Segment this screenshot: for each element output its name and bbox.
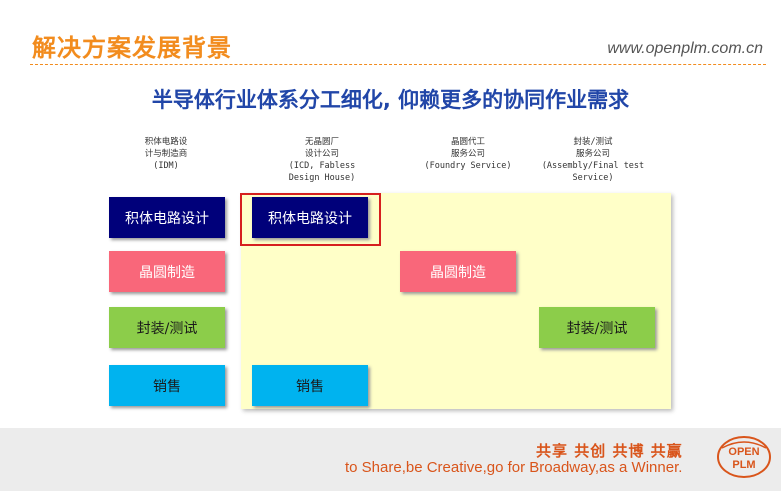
assembly-package-test-box: 封装/测试 <box>539 307 655 348</box>
footer-slogan-en: to Share,be Creative,go for Broadway,as … <box>345 459 683 476</box>
title-divider <box>30 64 766 65</box>
column-header-idm: 积体电路设 计与制造商 (IDM) <box>144 137 188 171</box>
logo-text-open: OPEN <box>728 446 759 458</box>
highlight-frame <box>240 193 381 246</box>
site-url[interactable]: www.openplm.com.cn <box>607 40 763 58</box>
slide-subtitle: 半导体行业体系分工细化, 仰赖更多的协同作业需求 <box>151 88 630 112</box>
foundry-wafer-fab-box: 晶圆制造 <box>400 251 516 292</box>
column-header-assembly: 封装/测试 服务公司 (Assembly/Final test Service) <box>541 137 645 183</box>
footer-slogan-cn: 共享 共创 共博 共赢 <box>536 442 683 460</box>
logo-text-plm: PLM <box>732 459 755 471</box>
idm-ic-design-box: 积体电路设计 <box>109 197 225 238</box>
page-title: 解决方案发展背景 <box>32 34 232 62</box>
idm-package-test-box: 封装/测试 <box>109 307 225 348</box>
idm-wafer-fab-box: 晶圆制造 <box>109 251 225 292</box>
idm-sales-box: 销售 <box>109 365 225 406</box>
column-header-fabless: 无晶圆厂 设计公司 (ICD, Fabless Design House) <box>288 137 356 183</box>
fabless-sales-box: 销售 <box>252 365 368 406</box>
column-header-foundry: 晶圆代工 服务公司 (Foundry Service) <box>424 137 512 171</box>
openplm-logo: OPEN PLM <box>717 436 771 478</box>
